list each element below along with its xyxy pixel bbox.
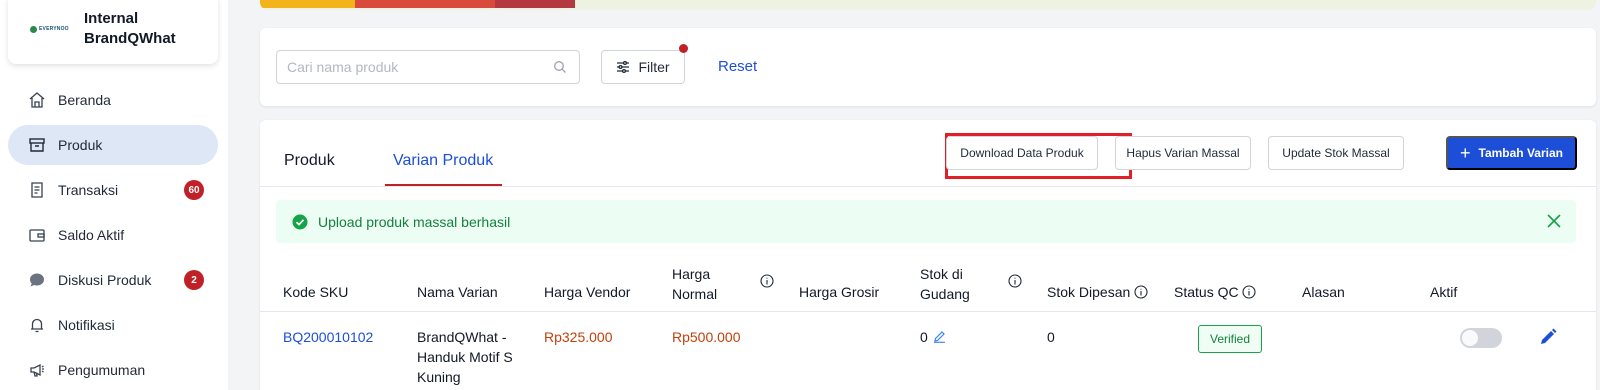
- close-icon[interactable]: [1546, 213, 1562, 229]
- variant-name-line2: Handuk Motif S: [417, 349, 513, 365]
- col-header-normal-price-line2: Normal: [672, 286, 718, 302]
- info-icon[interactable]: [1242, 285, 1256, 299]
- filter-card: Filter Reset: [260, 28, 1596, 106]
- sidebar-item-label: Pengumuman: [58, 362, 146, 378]
- sidebar-item-produk[interactable]: Produk: [8, 125, 218, 165]
- col-header-wholesale-price: Harga Grosir: [799, 284, 880, 300]
- variant-name-cell: BrandQWhat - Handuk Motif S Kuning: [417, 327, 513, 387]
- logo-mark-icon: [30, 25, 37, 33]
- sidebar-item-label: Produk: [58, 137, 103, 153]
- sku-link[interactable]: BQ200010102: [283, 327, 373, 347]
- sidebar-item-label: Notifikasi: [58, 317, 115, 333]
- col-header-sku: Kode SKU: [283, 284, 349, 300]
- product-variant-card: Produk Varian Produk Download Data Produ…: [260, 120, 1596, 390]
- normal-price-cell: Rp500.000: [672, 329, 741, 345]
- active-toggle[interactable]: [1460, 328, 1502, 348]
- table-row: BQ200010102 BrandQWhat - Handuk Motif S …: [260, 313, 1596, 390]
- tab-varian-produk[interactable]: Varian Produk: [393, 152, 493, 170]
- brand-card: EVERYNOO Internal BrandQWhat: [8, 0, 218, 64]
- transaksi-count-badge: 60: [184, 180, 204, 200]
- add-variant-button[interactable]: + Tambah Varian: [1446, 136, 1577, 170]
- col-header-warehouse-stock: Stok di Gudang: [920, 264, 970, 304]
- variant-name-line1: BrandQWhat -: [417, 329, 507, 345]
- sidebar-item-label: Diskusi Produk: [58, 272, 152, 288]
- bulk-update-stock-button[interactable]: Update Stok Massal: [1268, 136, 1404, 170]
- col-header-vendor-price: Harga Vendor: [544, 284, 631, 300]
- top-banner-image: [260, 0, 1596, 10]
- edit-stock-icon[interactable]: [933, 330, 946, 343]
- chat-icon: [28, 271, 46, 289]
- receipt-icon: [28, 181, 46, 199]
- home-icon: [28, 91, 46, 109]
- active-tab-indicator: [385, 184, 502, 186]
- qc-status-badge: Verified: [1198, 325, 1262, 353]
- brand-name-line2: BrandQWhat: [84, 30, 176, 47]
- sidebar-item-pengumuman[interactable]: Pengumuman: [8, 350, 218, 390]
- col-header-qc-status: Status QC: [1174, 284, 1239, 300]
- col-header-normal-price: Harga Normal: [672, 264, 717, 304]
- sidebar-item-label: Transaksi: [58, 182, 119, 198]
- download-data-button[interactable]: Download Data Produk: [946, 136, 1098, 170]
- warehouse-stock-cell: 0: [920, 329, 928, 345]
- sidebar-item-diskusi-produk[interactable]: Diskusi Produk 2: [8, 260, 218, 300]
- sidebar: EVERYNOO Internal BrandQWhat Beranda Pro…: [0, 0, 228, 390]
- reset-link[interactable]: Reset: [718, 58, 757, 75]
- box-icon: [28, 136, 46, 154]
- bell-icon: [28, 316, 46, 334]
- info-icon[interactable]: [760, 274, 774, 288]
- sidebar-item-beranda[interactable]: Beranda: [8, 80, 218, 120]
- brand-logo-text: EVERYNOO: [39, 26, 69, 32]
- tab-produk[interactable]: Produk: [284, 152, 335, 170]
- tab-bar: Produk Varian Produk Download Data Produ…: [260, 120, 1596, 187]
- bulk-delete-variant-button[interactable]: Hapus Varian Massal: [1115, 136, 1251, 170]
- wallet-icon: [28, 226, 46, 244]
- sidebar-item-transaksi[interactable]: Transaksi 60: [8, 170, 218, 210]
- sidebar-item-notifikasi[interactable]: Notifikasi: [8, 305, 218, 345]
- col-header-warehouse-stock-line1: Stok di: [920, 266, 963, 282]
- col-header-warehouse-stock-line2: Gudang: [920, 286, 970, 302]
- plus-icon: +: [1460, 143, 1471, 163]
- success-alert: Upload produk massal berhasil: [276, 200, 1576, 243]
- sidebar-item-label: Beranda: [58, 92, 111, 108]
- filter-button-label: Filter: [638, 59, 670, 75]
- info-icon[interactable]: [1134, 285, 1148, 299]
- brand-name: Internal BrandQWhat: [84, 9, 176, 49]
- vendor-price-cell: Rp325.000: [544, 329, 613, 345]
- sidebar-item-saldo-aktif[interactable]: Saldo Aktif: [8, 215, 218, 255]
- add-variant-label: Tambah Varian: [1478, 146, 1563, 160]
- check-circle-icon: [292, 214, 308, 229]
- col-header-active: Aktif: [1430, 284, 1458, 300]
- col-header-ordered-stock: Stok Dipesan: [1047, 284, 1131, 300]
- search-icon[interactable]: [553, 60, 567, 74]
- toggle-knob: [1462, 330, 1478, 346]
- col-header-reason: Alasan: [1302, 284, 1345, 300]
- filter-active-dot: [679, 44, 688, 53]
- variant-name-line3: Kuning: [417, 369, 461, 385]
- brand-name-line1: Internal: [84, 10, 139, 27]
- sidebar-item-label: Saldo Aktif: [58, 227, 125, 243]
- info-icon[interactable]: [1008, 274, 1022, 288]
- brand-logo: EVERYNOO: [30, 25, 70, 33]
- alert-message: Upload produk massal berhasil: [318, 213, 511, 230]
- col-header-normal-price-line1: Harga: [672, 266, 711, 282]
- edit-icon[interactable]: [1538, 327, 1558, 347]
- megaphone-icon: [28, 361, 46, 379]
- table-header: Kode SKU Nama Varian Harga Vendor Harga …: [260, 256, 1596, 312]
- col-header-variant-name: Nama Varian: [417, 284, 498, 300]
- search-box: [276, 50, 580, 84]
- sliders-icon: [617, 60, 630, 74]
- sidebar-nav: Beranda Produk Transaksi 60 Saldo Aktif: [8, 80, 218, 390]
- filter-button[interactable]: Filter: [601, 44, 688, 84]
- search-input[interactable]: [277, 51, 537, 83]
- diskusi-count-badge: 2: [184, 270, 204, 290]
- ordered-stock-cell: 0: [1047, 329, 1055, 345]
